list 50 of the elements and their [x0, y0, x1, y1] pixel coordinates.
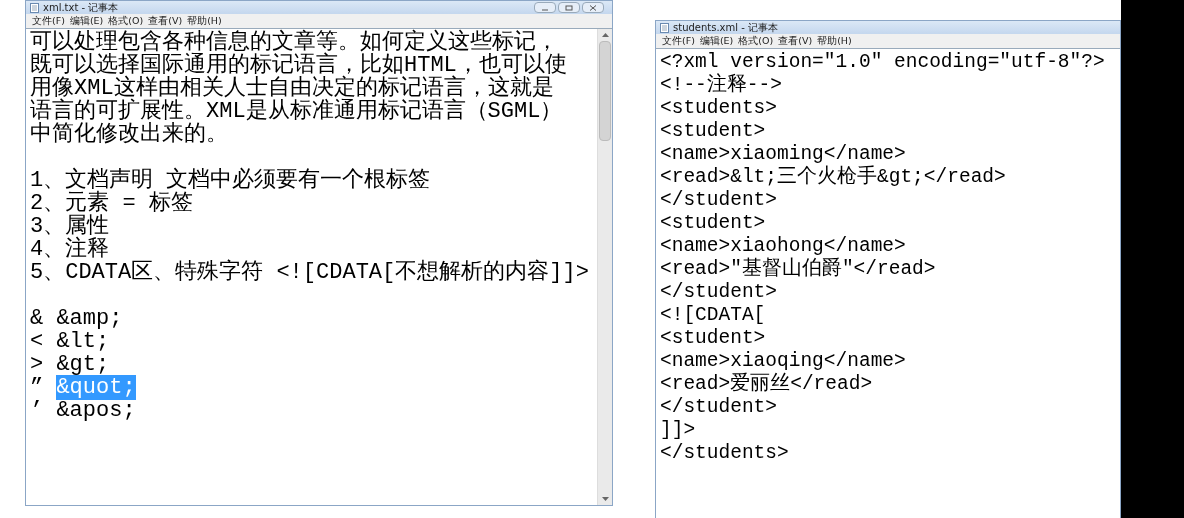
text-line: <name>xiaoming</name> — [660, 143, 906, 165]
menu-item[interactable]: 帮助(H) — [817, 36, 852, 46]
text-line: ’ &apos; — [30, 398, 136, 423]
text-line: <name>xiaoqing</name> — [660, 350, 906, 372]
menu-item[interactable]: 格式(O) — [738, 36, 774, 46]
menu-item[interactable]: 帮助(H) — [187, 16, 222, 26]
scrollbar[interactable] — [597, 29, 612, 505]
text-line: <name>xiaohong</name> — [660, 235, 906, 257]
menu-item[interactable]: 查看(V) — [148, 16, 183, 26]
notepad-icon — [30, 2, 39, 13]
text-line: </students> — [660, 442, 789, 464]
window-title: xml.txt - 记事本 — [43, 2, 119, 13]
text-line: ]]> — [660, 419, 696, 441]
maximize-icon — [565, 4, 573, 11]
maximize-button[interactable] — [558, 2, 580, 13]
text-line: <student> — [660, 120, 766, 142]
text-line: <![CDATA[ — [660, 304, 766, 326]
close-button[interactable] — [582, 2, 604, 13]
text-line: 5、CDATA区、特殊字符 <![CDATA[不想解析的内容]]> — [30, 260, 589, 285]
menu-item[interactable]: 查看(V) — [778, 36, 813, 46]
text-line: > &gt; — [30, 352, 110, 377]
text-line: ” — [30, 375, 45, 400]
text-line: </student> — [660, 281, 778, 303]
close-icon — [589, 4, 597, 11]
menu-item[interactable]: 编辑(E) — [69, 16, 104, 26]
up-arrow-icon[interactable] — [601, 33, 609, 37]
window-title: students.xml - 记事本 — [673, 22, 779, 33]
text-line: <!--注释--> — [660, 74, 782, 96]
menu-item[interactable]: 格式(O) — [108, 16, 144, 26]
text-line: 4、注释 — [30, 237, 110, 262]
menu-item[interactable]: 文件(F) — [662, 36, 695, 46]
scrollbar-thumb[interactable] — [599, 41, 611, 141]
menu-item[interactable]: 编辑(E) — [699, 36, 734, 46]
text-line: </student> — [660, 189, 778, 211]
text-line: < &lt; — [30, 329, 110, 354]
selected-text: &quot; — [56, 375, 136, 400]
text-line: <read>&lt;三个火枪手&gt;</read> — [660, 166, 1006, 188]
text-line: <students> — [660, 97, 778, 119]
text-line: 中简化修改出来的。 — [30, 122, 228, 147]
text-line: <?xml version="1.0" encoding="utf-8"?> — [660, 51, 1105, 73]
notepad-icon — [660, 22, 669, 33]
minimize-button[interactable] — [534, 2, 556, 13]
text-line: <student> — [660, 327, 766, 349]
text-line: <read>"基督山伯爵"</read> — [660, 258, 936, 280]
down-arrow-icon[interactable] — [601, 497, 609, 501]
text-line: </student> — [660, 396, 778, 418]
text-line: & &amp; — [30, 306, 123, 331]
menu-item[interactable]: 文件(F) — [32, 16, 65, 26]
text-line: <student> — [660, 212, 766, 234]
text-line: <read>爱丽丝</read> — [660, 373, 873, 395]
